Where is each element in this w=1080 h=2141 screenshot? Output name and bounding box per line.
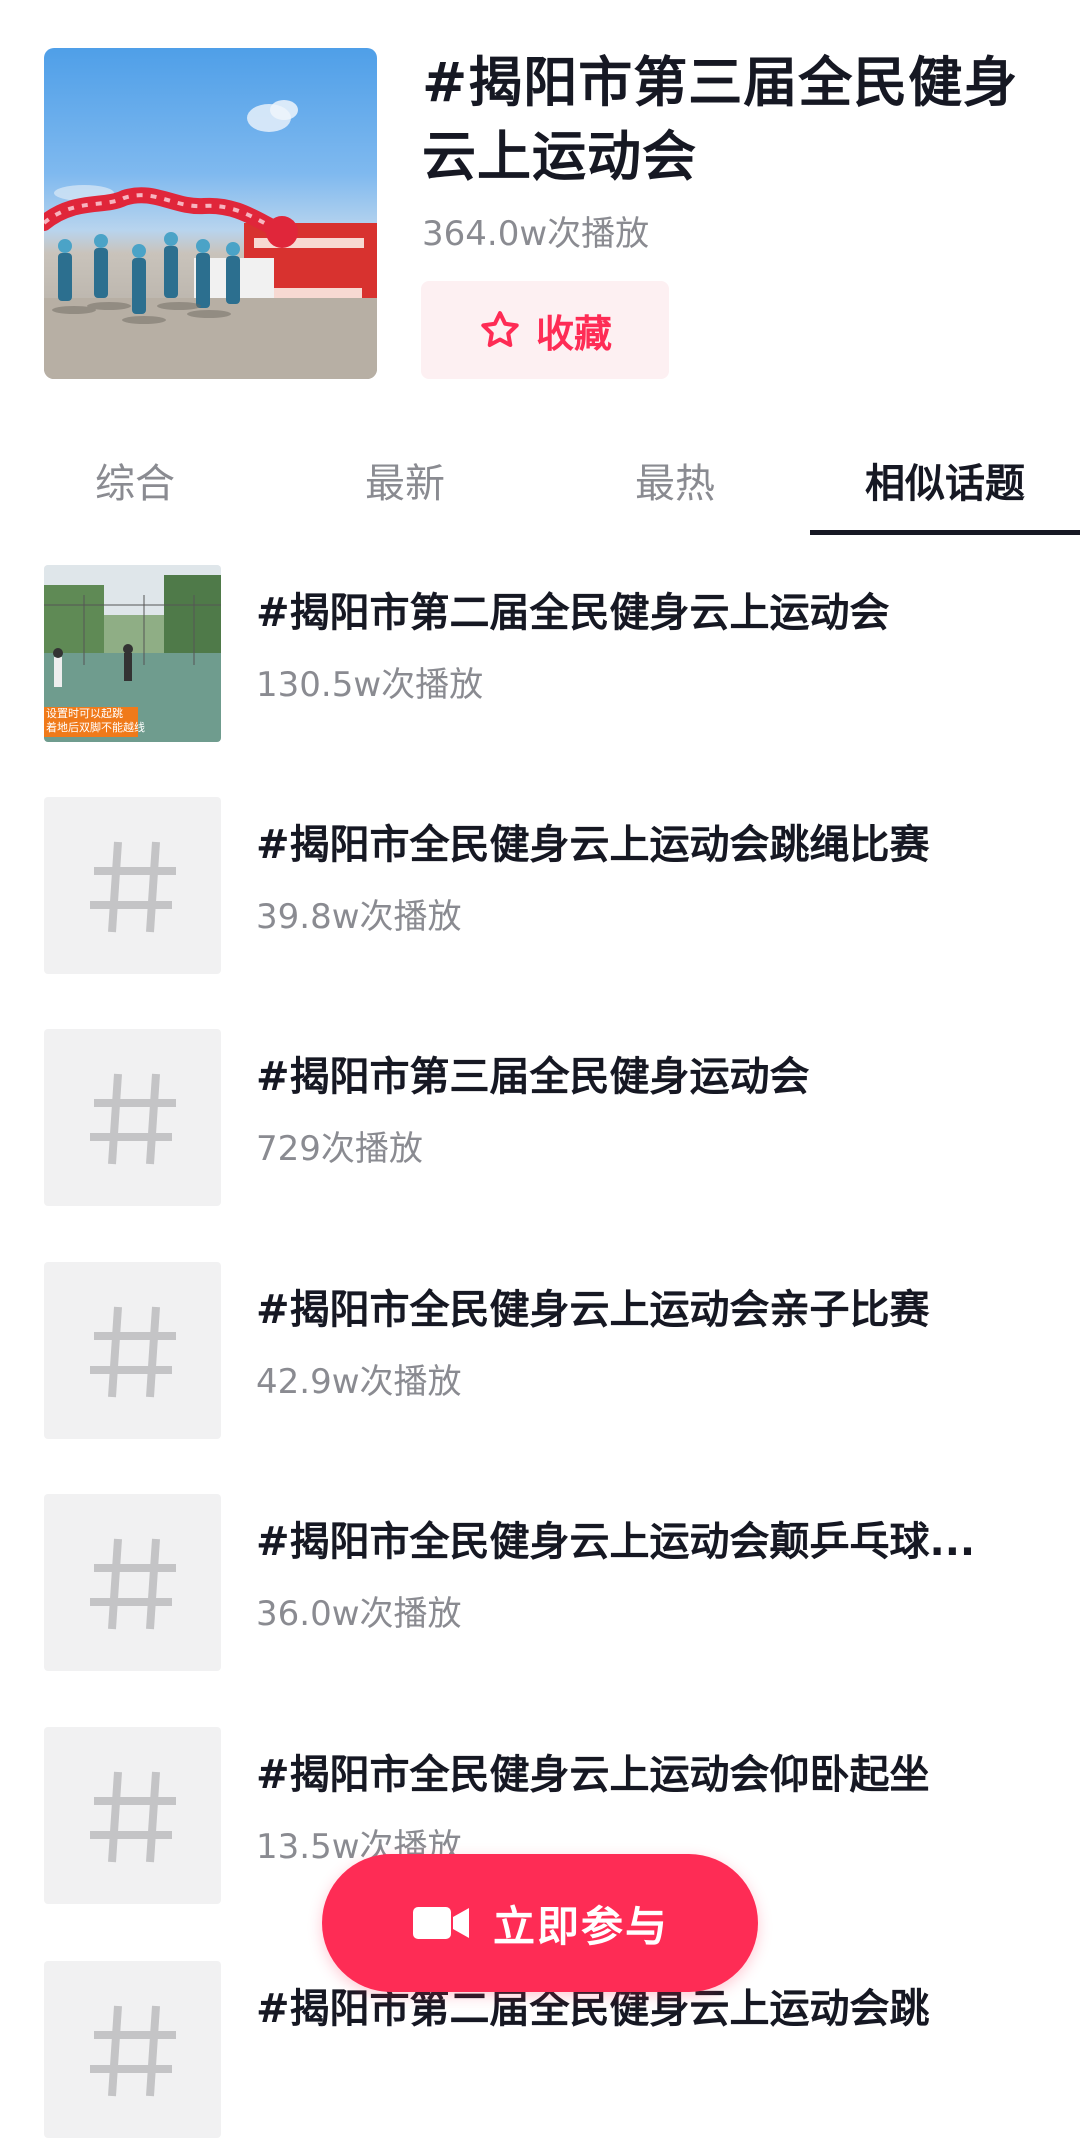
join-now-label: 立即参与 (492, 1901, 669, 1951)
topic-list-item-title: #揭阳市全民健身云上运动会跳绳比赛 (256, 822, 930, 868)
star-outline-icon (481, 311, 519, 348)
topic-thumbnail (44, 1029, 221, 1206)
topic-thumbnail (44, 1494, 221, 1671)
topic-list-item[interactable]: #揭阳市第三届全民健身运动会 729次播放 (0, 1029, 1080, 1209)
tab-comprehensive[interactable]: 综合 (0, 430, 270, 530)
topic-list-item-title: #揭阳市全民健身云上运动会颠乒乓球... (256, 1519, 976, 1565)
hashtag-icon (90, 1538, 176, 1630)
hashtag-icon (90, 2005, 176, 2097)
topic-list-item-plays: 729次播放 (256, 1129, 423, 1169)
tab-bar: 综合 最新 最热 相似话题 (0, 430, 1080, 535)
topic-list-item-plays: 130.5w次播放 (256, 665, 484, 705)
video-camera-icon (412, 1907, 469, 1939)
favorite-button[interactable]: 收藏 (421, 281, 669, 379)
topic-list-item[interactable]: #揭阳市全民健身云上运动会跳绳比赛 39.8w次播放 (0, 797, 1080, 977)
hashtag-icon (90, 1771, 176, 1863)
topic-list-item[interactable]: #揭阳市全民健身云上运动会颠乒乓球... 36.0w次播放 (0, 1494, 1080, 1674)
topic-list-item-plays: 39.8w次播放 (256, 897, 462, 937)
topic-cover-image[interactable] (44, 48, 377, 379)
topic-thumbnail: 设置时可以起跳 着地后双脚不能越线 (44, 565, 221, 742)
topic-thumbnail (44, 797, 221, 974)
topic-thumbnail (44, 1961, 221, 2138)
hashtag-icon (90, 841, 176, 933)
active-tab-indicator (810, 530, 1080, 535)
topic-list-item-plays: 42.9w次播放 (256, 1362, 462, 1402)
join-now-button[interactable]: 立即参与 (322, 1854, 758, 1992)
thumbnail-caption: 设置时可以起跳 着地后双脚不能越线 (46, 707, 145, 734)
tab-hottest[interactable]: 最热 (540, 430, 810, 530)
topic-list-item-title: #揭阳市第二届全民健身云上运动会 (256, 590, 890, 636)
topic-thumbnail (44, 1262, 221, 1439)
topic-list-item[interactable]: #揭阳市全民健身云上运动会亲子比赛 42.9w次播放 (0, 1262, 1080, 1442)
tab-latest[interactable]: 最新 (270, 430, 540, 530)
topic-list-item[interactable]: 设置时可以起跳 着地后双脚不能越线 #揭阳市第二届全民健身云上运动会 130.5… (0, 565, 1080, 745)
topic-header: #揭阳市第三届全民健身云上运动会 364.0w次播放 收藏 (0, 0, 1080, 400)
favorite-label: 收藏 (535, 311, 612, 356)
topic-list-item-title: #揭阳市第三届全民健身运动会 (256, 1054, 810, 1100)
hashtag-icon (90, 1073, 176, 1165)
topic-title: #揭阳市第三届全民健身云上运动会 (422, 51, 1019, 188)
hashtag-icon (90, 1306, 176, 1398)
topic-list-item-plays: 36.0w次播放 (256, 1594, 462, 1634)
topic-list-item-title: #揭阳市全民健身云上运动会亲子比赛 (256, 1287, 930, 1333)
topic-play-count: 364.0w次播放 (422, 214, 650, 254)
topic-list-item-title: #揭阳市全民健身云上运动会仰卧起坐 (256, 1752, 930, 1798)
topic-thumbnail (44, 1727, 221, 1904)
dragon-dance-photo (44, 100, 377, 379)
tab-similar-topics[interactable]: 相似话题 (810, 430, 1080, 530)
